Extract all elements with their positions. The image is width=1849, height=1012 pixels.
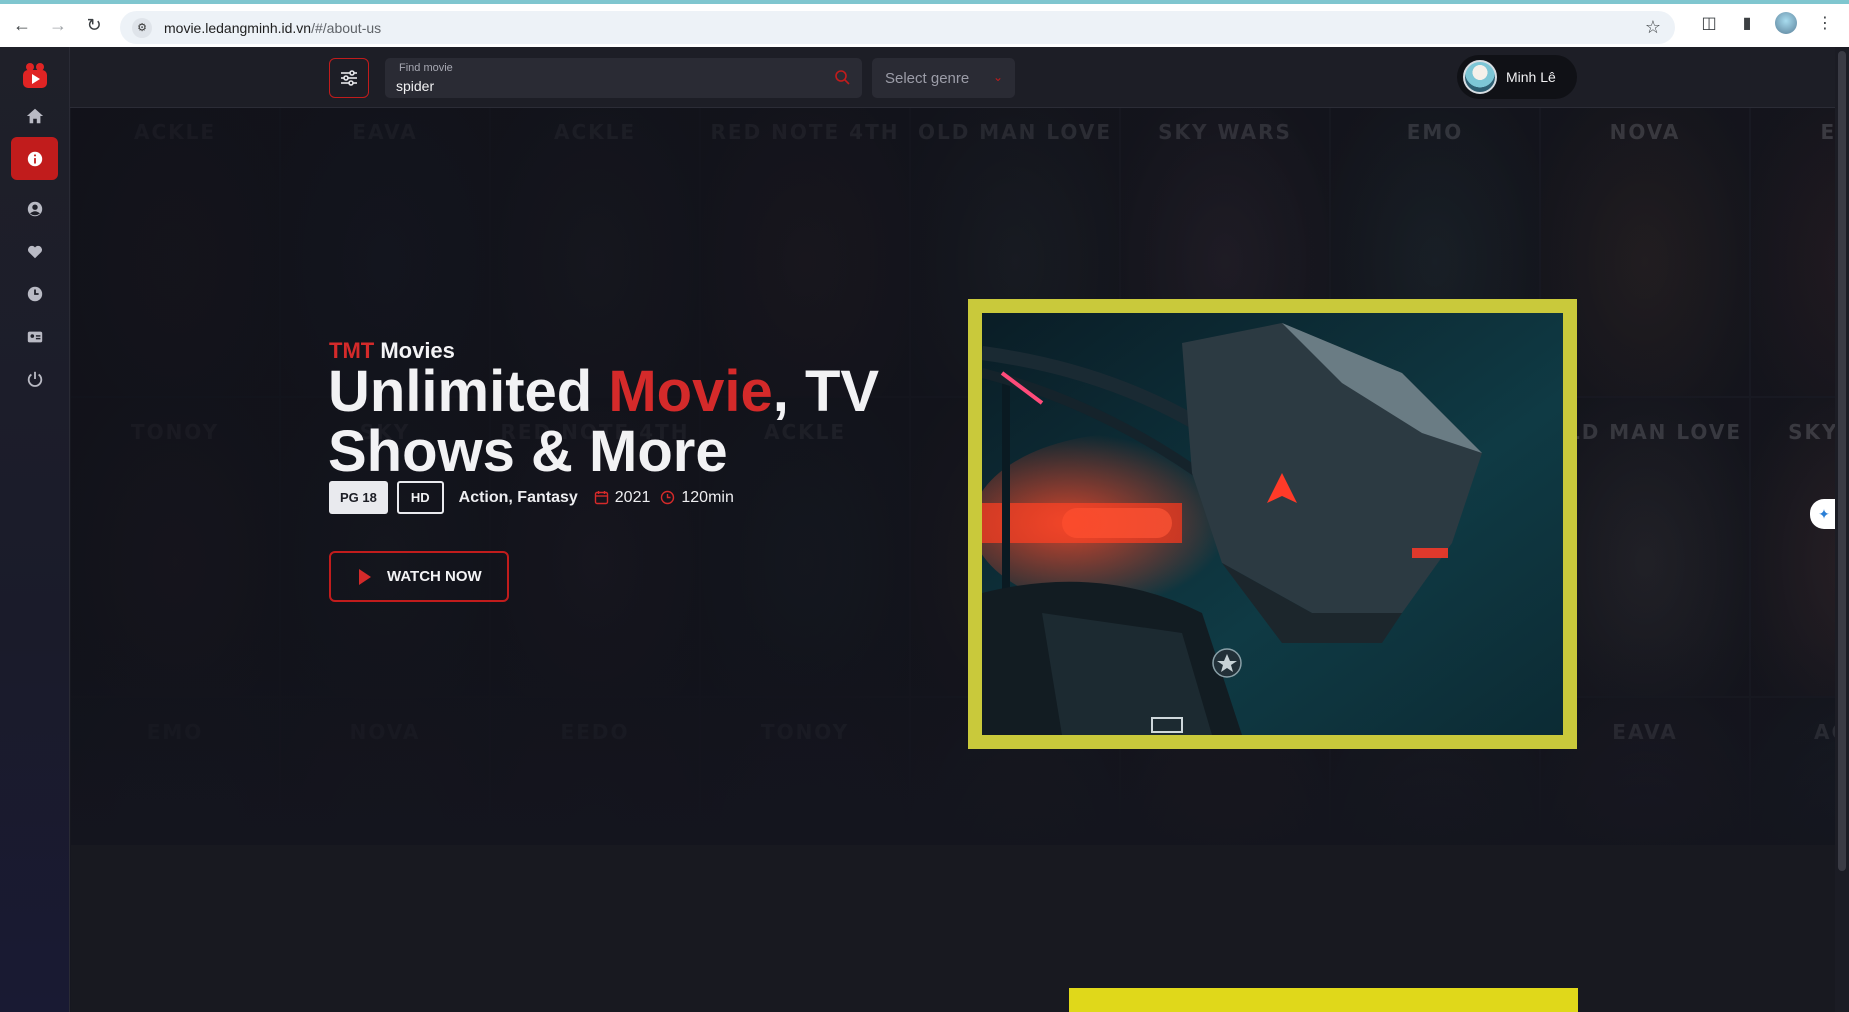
sidebar-item-profile[interactable]: [11, 187, 58, 230]
app-logo[interactable]: [20, 61, 50, 91]
hero-headline: Unlimited Movie, TV Shows & More: [328, 359, 880, 484]
side-panel-icon[interactable]: ▮: [1737, 13, 1757, 33]
scrollbar-thumb[interactable]: [1838, 51, 1846, 871]
search-icon[interactable]: [834, 69, 850, 85]
top-bar: Find movie Select genre ⌄ Minh Lê: [70, 47, 1835, 108]
section-banner-top: [1069, 988, 1578, 1012]
bookmark-star-icon[interactable]: ☆: [1645, 17, 1661, 38]
browser-profile-avatar[interactable]: [1775, 12, 1797, 34]
watch-now-button[interactable]: WATCH NOW: [329, 551, 509, 602]
featured-image-frame: [968, 299, 1577, 749]
forward-icon[interactable]: →: [40, 8, 76, 44]
play-icon: [359, 568, 371, 585]
search-field[interactable]: Find movie: [385, 58, 862, 98]
heart-icon: [27, 245, 42, 258]
duration: 120min: [681, 488, 734, 506]
filter-button[interactable]: [329, 58, 369, 98]
address-bar[interactable]: ⚙ movie.ledangminh.id.vn/#/about-us ☆: [120, 11, 1675, 44]
extensions-icon[interactable]: ◫: [1699, 13, 1719, 33]
genre-select-placeholder: Select genre: [885, 69, 970, 87]
clock-icon: [660, 490, 675, 505]
hero-section: ACKLEEAVAACKLERED NOTE 4THOLD MAN LOVESK…: [71, 108, 1835, 845]
search-label: Find movie: [399, 62, 453, 74]
genre-list: Action, Fantasy: [458, 488, 578, 506]
rating-badge: PG 18: [329, 481, 388, 514]
genre-select[interactable]: Select genre ⌄: [872, 58, 1015, 98]
quality-badge: HD: [396, 481, 444, 514]
user-icon: [27, 201, 42, 216]
featured-movie-image[interactable]: [982, 313, 1563, 735]
movie-meta: PG 18 HD Action, Fantasy 2021 120min: [329, 481, 734, 514]
calendar-icon: [594, 490, 609, 505]
url-text: movie.ledangminh.id.vn/#/about-us: [164, 19, 382, 36]
back-icon[interactable]: ←: [4, 8, 40, 44]
sidebar-item-contact[interactable]: [11, 315, 58, 358]
reload-icon[interactable]: ↻: [76, 8, 112, 44]
sliders-icon: [341, 70, 357, 86]
avatar: [1463, 60, 1497, 94]
site-info-icon[interactable]: ⚙: [132, 17, 152, 38]
sidebar-item-history[interactable]: [11, 272, 58, 315]
page-scrollbar[interactable]: [1835, 47, 1849, 1012]
info-icon: [27, 151, 42, 166]
clock-icon: [27, 286, 42, 301]
power-icon: [27, 371, 42, 387]
user-menu[interactable]: Minh Lê: [1457, 55, 1577, 99]
chevron-down-icon: ⌄: [992, 70, 1003, 84]
home-icon: [26, 108, 43, 123]
sidebar-item-about[interactable]: [11, 137, 58, 180]
sidebar: [0, 47, 70, 1012]
sidebar-item-logout[interactable]: [11, 357, 58, 400]
browser-toolbar: ← → ↻ ⚙ movie.ledangminh.id.vn/#/about-u…: [0, 0, 1849, 47]
floating-helper-icon[interactable]: ✦: [1810, 499, 1838, 529]
user-name: Minh Lê: [1506, 69, 1556, 85]
watch-now-label: WATCH NOW: [387, 568, 482, 585]
release-year: 2021: [614, 488, 651, 506]
sidebar-item-favorites[interactable]: [11, 230, 58, 273]
sidebar-item-home[interactable]: [11, 94, 58, 137]
content-section: [71, 845, 1835, 1012]
app: Find movie Select genre ⌄ Minh Lê ACKLEE…: [0, 47, 1838, 1012]
browser-menu-icon[interactable]: ⋮: [1815, 13, 1835, 33]
search-input[interactable]: [396, 78, 796, 94]
id-card-icon: [27, 331, 42, 342]
